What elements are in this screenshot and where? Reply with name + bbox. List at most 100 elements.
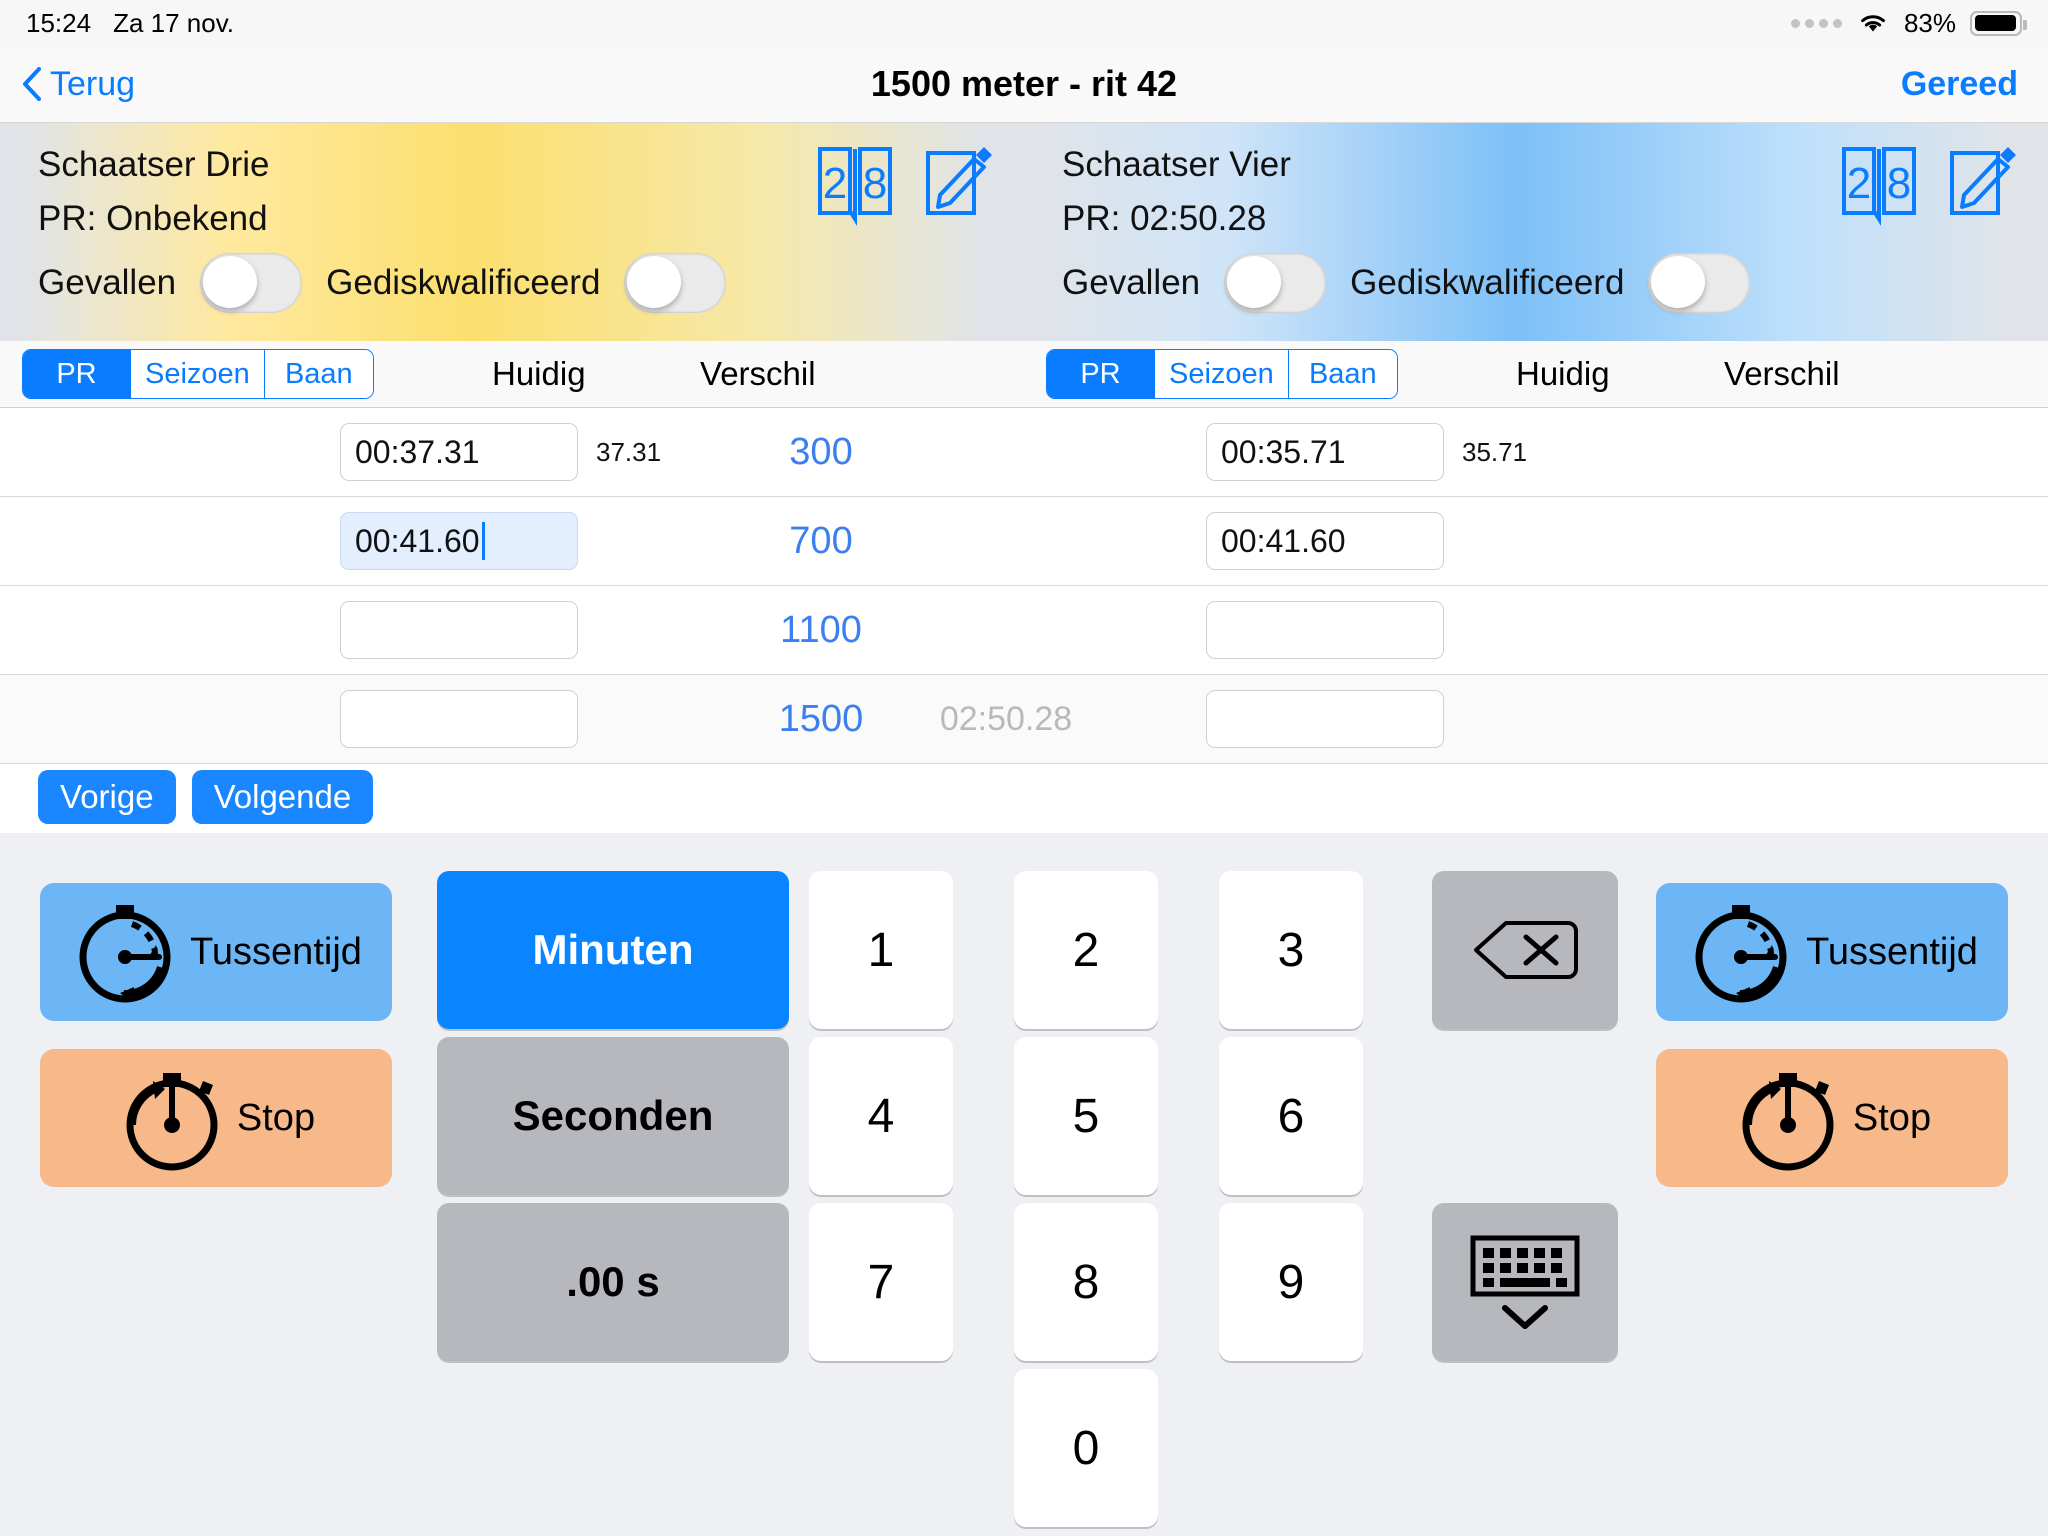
battery-icon — [1970, 10, 2027, 36]
reference-segmented-control[interactable]: PR Seizoen Baan — [22, 349, 374, 399]
backspace-delete-icon — [1474, 921, 1578, 979]
column-header-difference: Verschil — [1724, 355, 1840, 392]
distance-label: 300 — [789, 430, 853, 473]
table-row: 00:41.60 700 00:41.60 — [0, 497, 2048, 586]
pr-reference-time: 02:50.28 — [939, 699, 1073, 738]
wifi-icon — [1861, 15, 1885, 32]
status-bar-right: 83% — [1790, 7, 2027, 39]
key-digit-5[interactable]: 5 — [1014, 1037, 1158, 1195]
svg-text:8: 8 — [1887, 159, 1911, 208]
skater-icon-buttons: 2 8 — [1840, 143, 2022, 227]
distance-label: 1100 — [780, 608, 862, 651]
key-digit-8[interactable]: 8 — [1014, 1203, 1158, 1361]
status-bar: 15:24 Za 17 nov. 83% — [0, 0, 2048, 46]
book-28-icon[interactable]: 2 8 — [816, 143, 894, 227]
text-caret — [481, 522, 485, 560]
stopwatch-stop-icon — [1742, 1073, 1834, 1171]
key-stop-right[interactable]: Stop — [1656, 1049, 2008, 1187]
right-time-input[interactable]: 00:41.60 — [1206, 512, 1444, 570]
left-difference: 37.31 — [596, 436, 662, 467]
table-row: 1500 02:50.28 — [0, 675, 2048, 764]
row-left-cells: 00:41.60 — [340, 512, 716, 570]
skater-flags-row: Gevallen Gediskwalificeerd — [1062, 253, 2018, 313]
segment-baan[interactable]: Baan — [264, 350, 373, 398]
segment-pr[interactable]: PR — [1047, 350, 1155, 398]
key-digit-6[interactable]: 6 — [1219, 1037, 1363, 1195]
key-digit-1[interactable]: 1 — [809, 871, 953, 1029]
pencil-edit-icon[interactable] — [1944, 143, 2022, 227]
table-row: 1100 — [0, 586, 2048, 675]
done-button[interactable]: Gereed — [1901, 65, 2018, 104]
fallen-toggle[interactable] — [1224, 253, 1327, 313]
left-time-input[interactable] — [340, 601, 578, 659]
status-time: 15:24 — [26, 7, 92, 38]
distance-label: 700 — [789, 519, 853, 562]
column-header-current: Huidig — [1516, 355, 1610, 392]
skater-icon-buttons: 2 8 — [816, 143, 998, 227]
row-right-cells — [1206, 690, 1582, 748]
key-hundredths[interactable]: .00 s — [437, 1203, 789, 1361]
segmented-header-left: PR Seizoen Baan Huidig Verschil — [0, 341, 1024, 407]
fallen-label: Gevallen — [38, 263, 177, 302]
key-stop-right-label: Stop — [1852, 1096, 1932, 1139]
left-time-input[interactable]: 00:41.60 — [340, 512, 578, 570]
left-time-value: 00:41.60 — [355, 522, 480, 559]
reference-segmented-control[interactable]: PR Seizoen Baan — [1046, 349, 1398, 399]
key-dismiss-keyboard[interactable] — [1432, 1203, 1618, 1361]
status-date: Za 17 nov. — [113, 7, 235, 38]
key-digit-2[interactable]: 2 — [1014, 871, 1158, 1029]
next-field-button[interactable]: Volgende — [191, 770, 374, 825]
fallen-label: Gevallen — [1062, 263, 1201, 302]
left-time-input[interactable]: 00:37.31 — [340, 423, 578, 481]
key-digit-4[interactable]: 4 — [809, 1037, 953, 1195]
key-digit-3[interactable]: 3 — [1219, 871, 1363, 1029]
skater-panels: Schaatser Drie PR: Onbekend Gevallen Ged… — [0, 123, 2048, 341]
stopwatch-lap-icon — [1695, 905, 1787, 1003]
left-time-input[interactable] — [340, 690, 578, 748]
right-difference: 35.71 — [1462, 436, 1528, 467]
row-left-cells — [340, 601, 716, 659]
skater-flags-row: Gevallen Gediskwalificeerd — [38, 253, 994, 313]
disqualified-label: Gediskwalificeerd — [326, 263, 601, 302]
book-28-icon[interactable]: 2 8 — [1840, 143, 1918, 227]
key-lap-right[interactable]: Tussentijd — [1656, 883, 2008, 1021]
key-lap-left[interactable]: Tussentijd — [40, 883, 392, 1021]
field-navigation-pills: Vorige Volgende — [38, 770, 374, 825]
right-time-input[interactable] — [1206, 601, 1444, 659]
table-row: 00:37.31 37.31 300 00:35.71 35.71 — [0, 408, 2048, 497]
row-center-cells: 1500 02:50.28 — [726, 698, 1146, 741]
custom-keyboard: Minuten Seconden .00 s 1 2 3 4 5 6 7 8 9… — [0, 833, 2048, 1536]
segment-pr[interactable]: PR — [23, 350, 131, 398]
svg-text:8: 8 — [863, 159, 887, 208]
right-time-input[interactable]: 00:35.71 — [1206, 423, 1444, 481]
row-center-cells: 700 — [726, 520, 1146, 563]
row-left-cells — [340, 690, 716, 748]
laptime-table: 00:37.31 37.31 300 00:35.71 35.71 00:41.… — [0, 408, 2048, 764]
segment-baan[interactable]: Baan — [1288, 350, 1397, 398]
key-digit-7[interactable]: 7 — [809, 1203, 953, 1361]
key-stop-left-label: Stop — [236, 1096, 316, 1139]
fallen-toggle[interactable] — [200, 253, 303, 313]
key-minutes[interactable]: Minuten — [437, 871, 789, 1029]
distance-label: 1500 — [778, 697, 864, 740]
row-center-cells: 300 — [726, 431, 1146, 474]
segment-seizoen[interactable]: Seizoen — [131, 350, 265, 398]
key-stop-left[interactable]: Stop — [40, 1049, 392, 1187]
stopwatch-stop-icon — [126, 1073, 218, 1171]
pencil-edit-icon[interactable] — [920, 143, 998, 227]
key-digit-9[interactable]: 9 — [1219, 1203, 1363, 1361]
segmented-header-right: PR Seizoen Baan Huidig Verschil — [1024, 341, 2048, 407]
segment-seizoen[interactable]: Seizoen — [1155, 350, 1289, 398]
key-seconds[interactable]: Seconden — [437, 1037, 789, 1195]
previous-field-button[interactable]: Vorige — [38, 770, 176, 825]
svg-text:2: 2 — [823, 159, 847, 208]
disqualified-toggle[interactable] — [624, 253, 727, 313]
column-header-difference: Verschil — [700, 355, 816, 392]
signal-dots-icon — [1790, 18, 1842, 28]
right-time-input[interactable] — [1206, 690, 1444, 748]
column-header-current: Huidig — [492, 355, 586, 392]
key-backspace[interactable] — [1432, 871, 1618, 1029]
key-digit-0[interactable]: 0 — [1014, 1369, 1158, 1527]
disqualified-toggle[interactable] — [1648, 253, 1751, 313]
battery-percent: 83% — [1903, 7, 1956, 38]
